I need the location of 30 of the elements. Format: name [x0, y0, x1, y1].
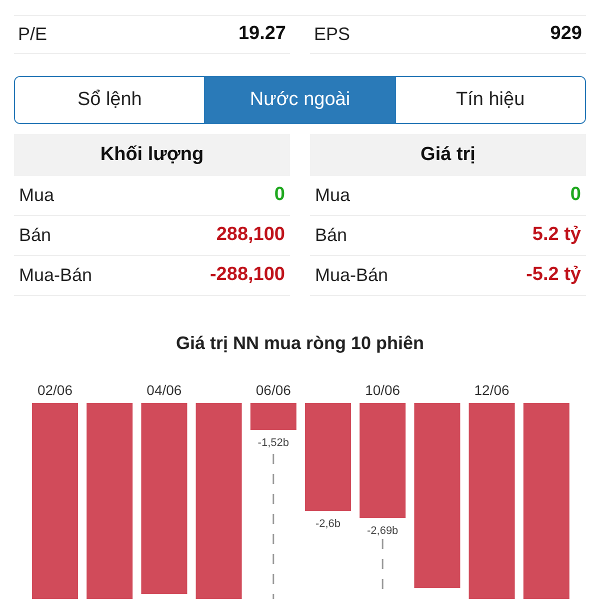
row-label: Mua — [315, 184, 350, 207]
tab[interactable]: Tín hiệu — [394, 77, 585, 123]
row-label: Bán — [19, 224, 52, 247]
table-header: Khối lượng — [14, 134, 290, 176]
row-label: Mua-Bán — [315, 264, 388, 287]
row-value: 0 — [274, 183, 285, 208]
stat-value: 929 — [550, 22, 582, 46]
stat-label: EPS — [314, 23, 350, 46]
tab[interactable]: Nước ngoài — [204, 77, 395, 123]
row-value: 5.2 tỷ — [532, 223, 581, 248]
row-value: 0 — [570, 183, 581, 208]
date-label: 02/06 — [37, 382, 73, 398]
date-label: 06/06 — [256, 382, 291, 398]
row-value: 288,100 — [216, 223, 285, 248]
stat-label: P/E — [18, 23, 48, 46]
date-label: 10/06 — [365, 382, 400, 398]
stat-value: 19.27 — [238, 22, 286, 46]
chart-bar — [250, 403, 296, 430]
value-label: -2,6b — [315, 518, 341, 530]
row-value: -288,100 — [210, 263, 285, 288]
value-label: -1,52b — [258, 437, 289, 449]
value-label: -2,69b — [367, 525, 398, 537]
row-label: Mua-Bán — [19, 264, 92, 287]
row-value: -5.2 tỷ — [526, 263, 581, 288]
table-header: Giá trị — [310, 134, 586, 176]
chart-title: Giá trị NN mua ròng 10 phiên — [174, 332, 426, 355]
date-label: 04/06 — [146, 382, 182, 398]
row-label: Mua — [19, 184, 54, 207]
row-label: Bán — [315, 224, 348, 247]
date-label: 12/06 — [474, 382, 510, 398]
